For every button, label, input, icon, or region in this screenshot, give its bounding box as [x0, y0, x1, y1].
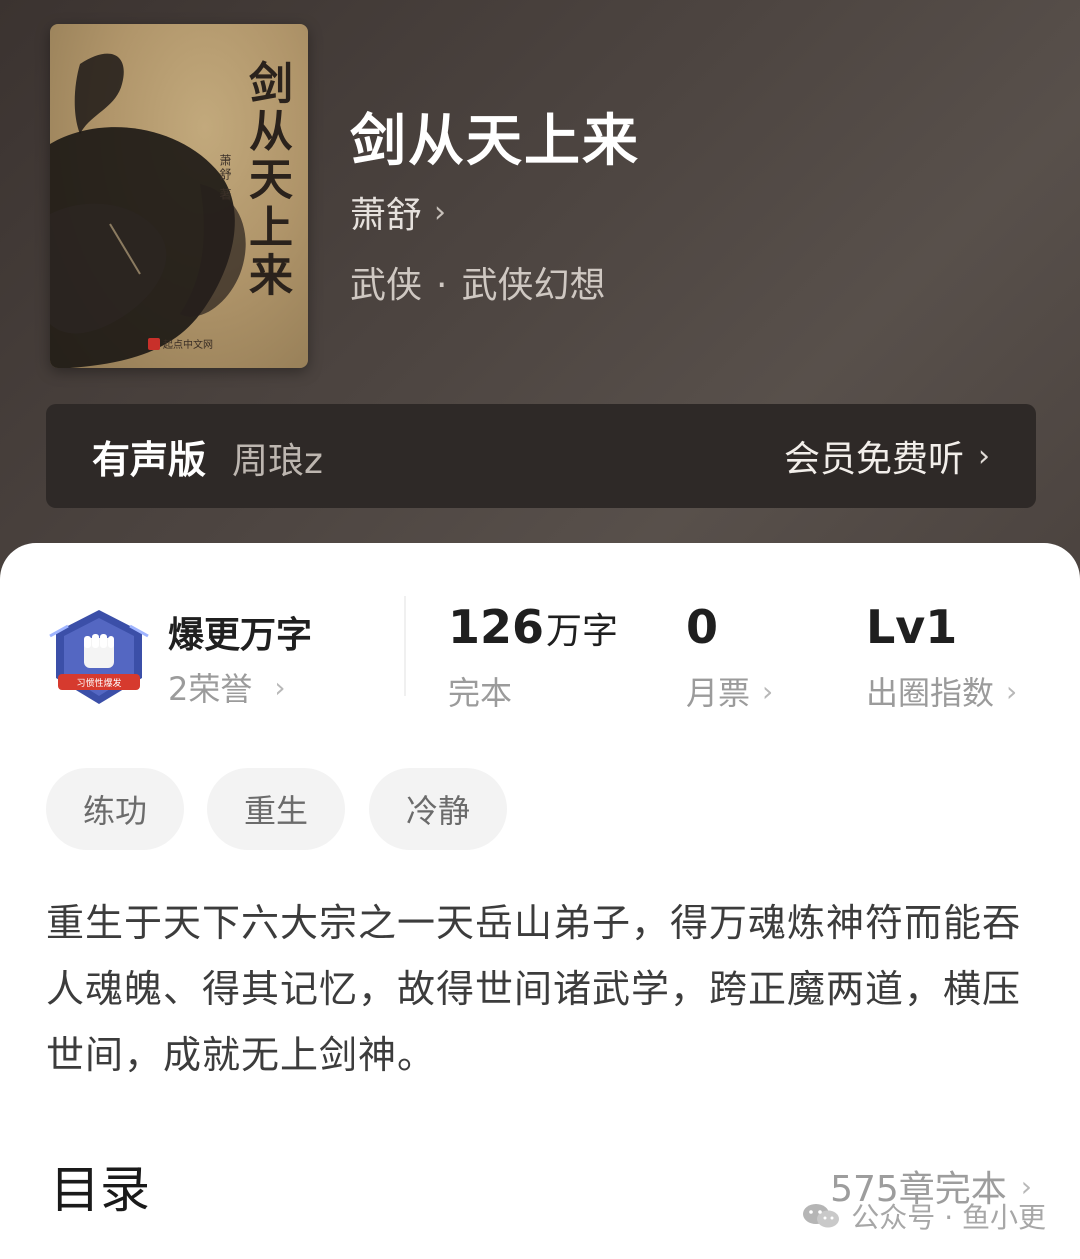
tag-chip[interactable]: 冷静	[369, 768, 507, 850]
genre-separator: ·	[436, 265, 448, 306]
word-count-unit: 万字	[546, 611, 619, 652]
book-synopsis[interactable]: 重生于天下六大宗之一天岳山弟子，得万魂炼神符而能吞人魂魄、得其记忆，故得世间诸武…	[46, 890, 1041, 1088]
word-count-label: 完本	[448, 674, 513, 712]
monthly-ticket-link[interactable]: 月票 ›	[686, 668, 773, 714]
author-name: 萧舒	[350, 195, 423, 236]
tag-chip[interactable]: 重生	[207, 768, 345, 850]
cover-publisher: 起点中文网	[148, 336, 213, 351]
audio-version-label: 有声版	[92, 437, 207, 482]
word-count-value: 126 万字	[448, 600, 618, 654]
word-count-number: 126	[448, 600, 545, 654]
honor-link[interactable]: 2荣誉 ›	[168, 664, 286, 710]
book-title: 剑从天上来	[350, 108, 640, 174]
chevron-right-icon: ›	[762, 674, 774, 708]
popularity-index-link[interactable]: 出圈指数 ›	[866, 668, 1017, 714]
level-value: Lv1	[866, 600, 958, 654]
author-link[interactable]: 萧舒 ›	[350, 186, 446, 238]
audio-narrator: 周琅z	[232, 440, 323, 482]
honor-count: 2荣誉	[168, 670, 253, 708]
honor-title: 爆更万字	[168, 615, 313, 656]
book-cover[interactable]: 剑从天上来 萧舒 著 起点中文网	[50, 24, 308, 368]
audio-version-bar[interactable]: 有声版 周琅z 会员免费听 ›	[46, 404, 1036, 508]
chevron-right-icon: ›	[434, 194, 447, 230]
stats-divider	[404, 596, 406, 696]
cover-author-text: 萧舒 著	[218, 154, 232, 202]
tag-chip[interactable]: 练功	[46, 768, 184, 850]
subgenre-text: 武侠幻想	[461, 265, 606, 306]
monthly-ticket-label: 月票	[686, 674, 751, 712]
watermark: 公众号 · 鱼小更	[801, 1196, 1046, 1236]
wechat-icon	[803, 1204, 840, 1228]
badge-ribbon-text: 习惯性爆发	[76, 677, 121, 689]
chevron-right-icon: ›	[274, 670, 286, 704]
publisher-seal-icon	[148, 337, 160, 350]
member-free-listen-button[interactable]: 会员免费听 ›	[784, 430, 990, 482]
monthly-ticket-value: 0	[686, 600, 719, 654]
publisher-text: 起点中文网	[163, 340, 213, 351]
chevron-right-icon: ›	[1006, 674, 1018, 708]
popularity-index-label: 出圈指数	[866, 674, 995, 712]
toc-title: 目录	[50, 1161, 150, 1219]
chevron-right-icon: ›	[978, 438, 990, 474]
watermark-text: 公众号 · 鱼小更	[851, 1201, 1046, 1234]
genre-text: 武侠	[350, 265, 423, 306]
member-free-listen-label: 会员免费听	[783, 439, 964, 480]
fist-badge-icon[interactable]: 习惯性爆发	[46, 606, 152, 708]
cover-title-text: 剑从天上来	[241, 60, 292, 300]
genre-row: 武侠 · 武侠幻想	[350, 256, 605, 308]
